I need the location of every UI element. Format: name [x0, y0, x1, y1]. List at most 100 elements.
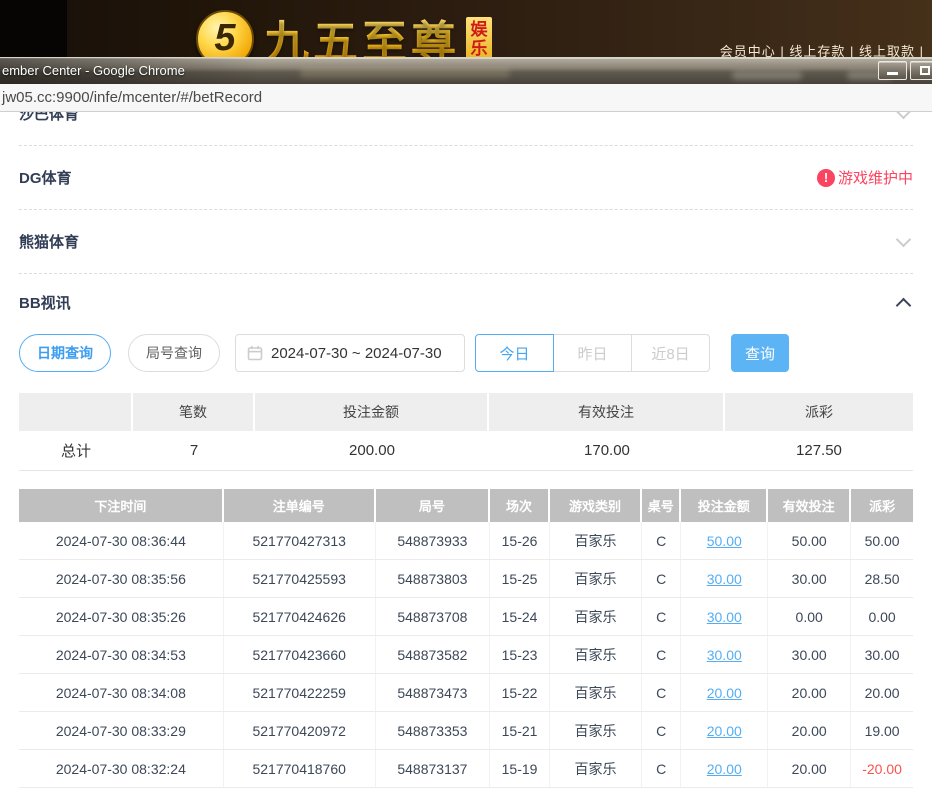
- window-controls: [878, 61, 932, 80]
- bet-table-body: 2024-07-30 08:36:44521770427313548873933…: [19, 522, 913, 788]
- cell: 20.00: [851, 674, 913, 711]
- cell: 百家乐: [550, 712, 642, 749]
- url-bar[interactable]: jw05.cc:9900/infe/mcenter/#/betRecord: [0, 84, 932, 112]
- summary-total-label: 总计: [19, 431, 133, 470]
- maximize-icon: [920, 66, 930, 75]
- column-header: 派彩: [851, 489, 913, 522]
- cell: 30.00: [851, 636, 913, 673]
- cell: 548873473: [376, 674, 490, 711]
- section-dg-sports[interactable]: DG体育 ! 游戏维护中: [19, 146, 913, 210]
- cell: 28.50: [851, 560, 913, 597]
- cell: 0.00: [768, 598, 851, 635]
- cell: 百家乐: [550, 750, 642, 787]
- cell: 百家乐: [550, 674, 642, 711]
- cell: 548873708: [376, 598, 490, 635]
- cell: 521770418760: [224, 750, 376, 787]
- cell: 0.00: [851, 598, 913, 635]
- quick-range-group: 今日 昨日 近8日: [476, 334, 710, 372]
- cell: 15-26: [490, 522, 550, 559]
- last-8-days-button[interactable]: 近8日: [631, 334, 710, 372]
- cell: C: [642, 522, 681, 559]
- cell: 20.00: [768, 674, 851, 711]
- badge-char: 娱: [471, 20, 488, 39]
- yesterday-button[interactable]: 昨日: [553, 334, 632, 372]
- section-label: 沙巴体育: [19, 112, 79, 124]
- table-row: 2024-07-30 08:35:26521770424626548873708…: [19, 598, 913, 636]
- date-range-input[interactable]: 2024-07-30 ~ 2024-07-30: [235, 334, 465, 372]
- glass-reflection: [732, 71, 802, 80]
- cell: 15-19: [490, 750, 550, 787]
- cell[interactable]: 20.00: [681, 674, 768, 711]
- cell[interactable]: 30.00: [681, 636, 768, 673]
- cell: 548873803: [376, 560, 490, 597]
- minimize-button[interactable]: [878, 61, 907, 80]
- cell: 2024-07-30 08:36:44: [19, 522, 224, 559]
- chevron-up-icon: [896, 297, 912, 313]
- cell: C: [642, 674, 681, 711]
- summary-table: 笔数 投注金额 有效投注 派彩 总计 7 200.00 170.00 127.5…: [19, 393, 913, 471]
- summary-header-row: 笔数 投注金额 有效投注 派彩: [19, 393, 913, 431]
- summary-valid-value: 170.00: [489, 431, 725, 470]
- bet-table-header: 下注时间注单编号局号场次游戏类别桌号投注金额有效投注派彩: [19, 489, 913, 522]
- date-range-value: 2024-07-30 ~ 2024-07-30: [271, 345, 442, 362]
- cell: C: [642, 712, 681, 749]
- cell: -20.00: [851, 750, 913, 787]
- badge-char: 乐: [471, 39, 488, 58]
- chevron-down-icon: [896, 231, 912, 247]
- chrome-window: ember Center - Google Chrome jw05.cc:990…: [0, 57, 932, 805]
- cell: 2024-07-30 08:32:24: [19, 750, 224, 787]
- section-shaba-sports[interactable]: 沙巴体育: [19, 112, 913, 146]
- cell: 521770420972: [224, 712, 376, 749]
- section-label: DG体育: [19, 167, 72, 188]
- column-header: 有效投注: [768, 489, 851, 522]
- summary-header-payout: 派彩: [725, 393, 913, 431]
- round-query-tab[interactable]: 局号查询: [128, 334, 220, 372]
- cell: 521770423660: [224, 636, 376, 673]
- section-panda-sports[interactable]: 熊猫体育: [19, 210, 913, 274]
- cell: 50.00: [851, 522, 913, 559]
- cell: 19.00: [851, 712, 913, 749]
- date-query-tab[interactable]: 日期查询: [19, 334, 111, 372]
- exclamation-icon: !: [817, 169, 835, 187]
- table-row: 2024-07-30 08:36:44521770427313548873933…: [19, 522, 913, 560]
- section-bb-video[interactable]: BB视讯: [19, 274, 913, 330]
- logo-entertainment-badge: 娱 乐: [466, 17, 492, 61]
- summary-bet-value: 200.00: [255, 431, 489, 470]
- today-button[interactable]: 今日: [475, 334, 554, 372]
- cell: 521770427313: [224, 522, 376, 559]
- summary-payout-value: 127.50: [725, 431, 913, 470]
- cell: 30.00: [768, 636, 851, 673]
- cell[interactable]: 30.00: [681, 560, 768, 597]
- cell: 15-21: [490, 712, 550, 749]
- table-row: 2024-07-30 08:34:08521770422259548873473…: [19, 674, 913, 712]
- summary-header-blank: [19, 393, 133, 431]
- cell: 548873353: [376, 712, 490, 749]
- cell: 15-22: [490, 674, 550, 711]
- window-titlebar[interactable]: ember Center - Google Chrome: [0, 57, 932, 84]
- cell[interactable]: 50.00: [681, 522, 768, 559]
- table-row: 2024-07-30 08:34:53521770423660548873582…: [19, 636, 913, 674]
- cell: C: [642, 636, 681, 673]
- column-header: 下注时间: [19, 489, 224, 522]
- column-header: 注单编号: [224, 489, 376, 522]
- cell: 521770424626: [224, 598, 376, 635]
- summary-header-bet: 投注金额: [255, 393, 489, 431]
- cell: 2024-07-30 08:35:56: [19, 560, 224, 597]
- cell: 2024-07-30 08:35:26: [19, 598, 224, 635]
- glass-reflection: [300, 68, 510, 78]
- cell: 15-25: [490, 560, 550, 597]
- maximize-button[interactable]: [910, 61, 932, 80]
- cell[interactable]: 20.00: [681, 712, 768, 749]
- search-button[interactable]: 查询: [731, 334, 789, 372]
- summary-total-row: 总计 7 200.00 170.00 127.50: [19, 431, 913, 471]
- cell: 百家乐: [550, 636, 642, 673]
- column-header: 场次: [490, 489, 550, 522]
- cell: 548873137: [376, 750, 490, 787]
- calendar-icon: [247, 345, 263, 361]
- cell: 百家乐: [550, 560, 642, 597]
- cell[interactable]: 20.00: [681, 750, 768, 787]
- maintenance-text: 游戏维护中: [838, 167, 913, 188]
- cell: 百家乐: [550, 598, 642, 635]
- summary-count-value: 7: [133, 431, 255, 470]
- cell[interactable]: 30.00: [681, 598, 768, 635]
